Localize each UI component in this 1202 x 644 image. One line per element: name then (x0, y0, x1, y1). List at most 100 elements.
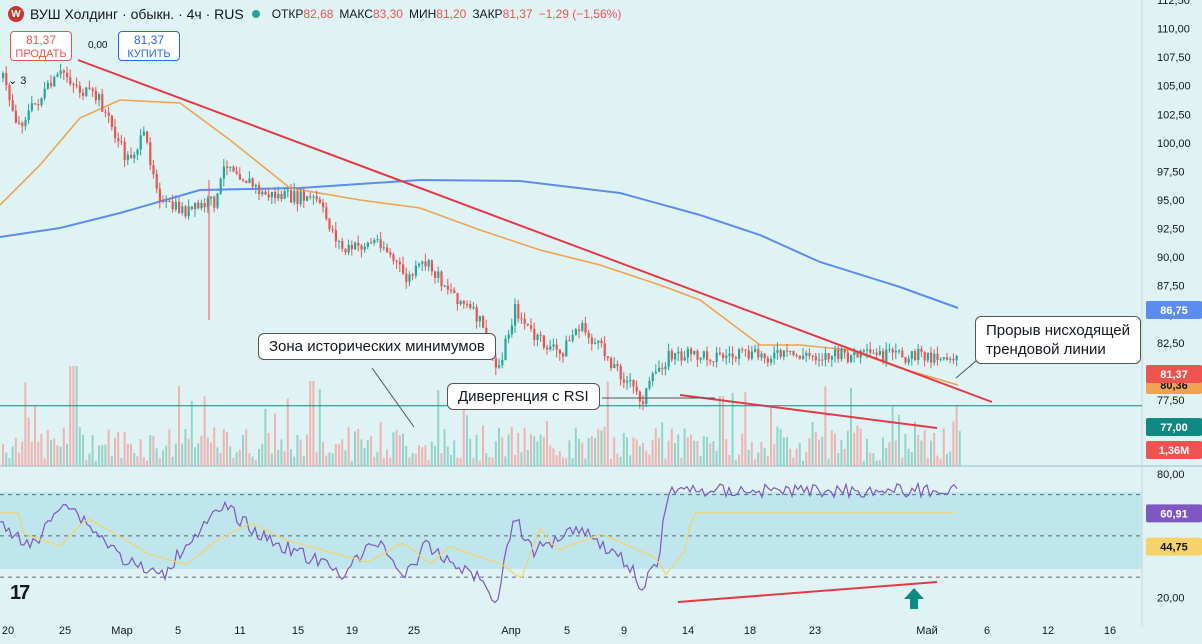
candle-body (430, 260, 433, 272)
candle-body (366, 242, 369, 247)
volume-bar (24, 382, 27, 466)
candle-body (27, 110, 30, 121)
indicators-toggle[interactable]: ⌄ 3 (8, 74, 26, 87)
volume-bar (181, 443, 184, 466)
candle-body (952, 358, 955, 361)
candle-body (907, 358, 910, 363)
candle-body (901, 350, 904, 358)
volume-bar (101, 445, 104, 466)
time-tick-label: 25 (408, 625, 420, 637)
candle-body (760, 353, 763, 358)
candle-body (238, 173, 241, 180)
candle-body (626, 380, 629, 383)
volume-bar (114, 437, 116, 466)
candle-body (2, 73, 5, 79)
volume-bar (587, 438, 590, 466)
volume-bar (72, 366, 75, 466)
sell-button[interactable]: 81,37 ПРОДАТЬ (10, 31, 72, 61)
volume-bar (110, 455, 113, 466)
volume-badge: 1,36M (1159, 445, 1190, 457)
volume-bar (405, 445, 408, 466)
volume-bar (386, 449, 388, 466)
volume-bar (315, 452, 318, 466)
volume-bar (229, 446, 232, 466)
symbol-title[interactable]: ВУШ Холдинг · обыкн. · 4ч · RUS (30, 6, 244, 22)
volume-bar (914, 421, 916, 466)
rsi-tick-label: 20,00 (1157, 593, 1185, 605)
volume-bar (437, 390, 440, 466)
volume-bar (827, 458, 830, 466)
candle-body (421, 261, 424, 264)
volume-bar (389, 457, 392, 466)
volume-bar (501, 437, 504, 466)
buy-button[interactable]: 81,37 КУПИТЬ (118, 31, 180, 61)
divergence-callout[interactable]: Дивергенция с RSI (447, 383, 600, 410)
volume-bar (837, 453, 840, 466)
volume-bar (206, 437, 209, 466)
candle-body (642, 401, 645, 404)
volume-bar (606, 381, 609, 466)
rsi-badge: 60,91 (1160, 508, 1188, 520)
volume-bar (30, 441, 33, 466)
candle-body (523, 318, 526, 324)
volume-bar (581, 442, 584, 466)
volume-bar (472, 457, 475, 466)
volume-bar (18, 452, 20, 466)
candle-body (408, 274, 411, 282)
candle-body (757, 349, 760, 358)
candle-body (440, 271, 443, 287)
volume-bar (661, 422, 664, 466)
volume-bar (747, 449, 750, 466)
volume-bar (411, 453, 414, 466)
volume-bar (40, 433, 43, 466)
volume-bar (882, 437, 884, 466)
volume-bar (709, 443, 712, 466)
volume-bar (869, 452, 872, 466)
volume-bar (712, 441, 715, 466)
volume-bar (558, 451, 561, 466)
volume-bar (213, 427, 216, 466)
breakout-callout[interactable]: Прорыв нисходящей трендовой линии (975, 316, 1142, 364)
candle-body (731, 353, 734, 358)
candle-body (622, 379, 625, 383)
candle-body (834, 349, 837, 357)
candle-body (389, 252, 392, 255)
volume-bar (120, 458, 123, 466)
sell-price: 81,37 (25, 33, 57, 47)
time-tick-label: Апр (501, 625, 520, 637)
volume-bar (670, 428, 673, 466)
high-value: 83,30 (372, 7, 403, 21)
volume-bar (430, 441, 433, 466)
volume-bar (309, 381, 312, 466)
candle-body (181, 206, 184, 213)
volume-bar (872, 453, 875, 466)
volume-bar (408, 457, 411, 466)
volume-bar (738, 454, 740, 466)
candle-body (59, 70, 62, 75)
market-status-icon (251, 10, 260, 18)
volume-bar (261, 443, 264, 466)
volume-bar (805, 452, 808, 466)
volume-bar (194, 447, 196, 466)
volume-bar (232, 458, 235, 466)
volume-bar (782, 437, 785, 466)
time-tick-label: 20 (2, 625, 14, 637)
volume-bar (274, 413, 276, 466)
volume-bar (162, 450, 164, 466)
volume-bar (491, 457, 494, 466)
candle-body (667, 350, 670, 367)
candle-body (814, 356, 817, 361)
candle-body (325, 207, 328, 219)
candle-body (536, 334, 539, 340)
candle-body (904, 357, 907, 363)
volume-bar (312, 381, 315, 466)
volume-bar (875, 460, 878, 466)
candle-body (750, 351, 753, 359)
volume-bar (658, 437, 660, 466)
low-value: 81,20 (436, 7, 467, 21)
historical-lows-callout[interactable]: Зона исторических минимумов (258, 333, 496, 360)
candle-body (386, 247, 389, 253)
candle-body (357, 242, 360, 246)
volume-bar (850, 387, 852, 466)
candle-body (414, 265, 417, 276)
